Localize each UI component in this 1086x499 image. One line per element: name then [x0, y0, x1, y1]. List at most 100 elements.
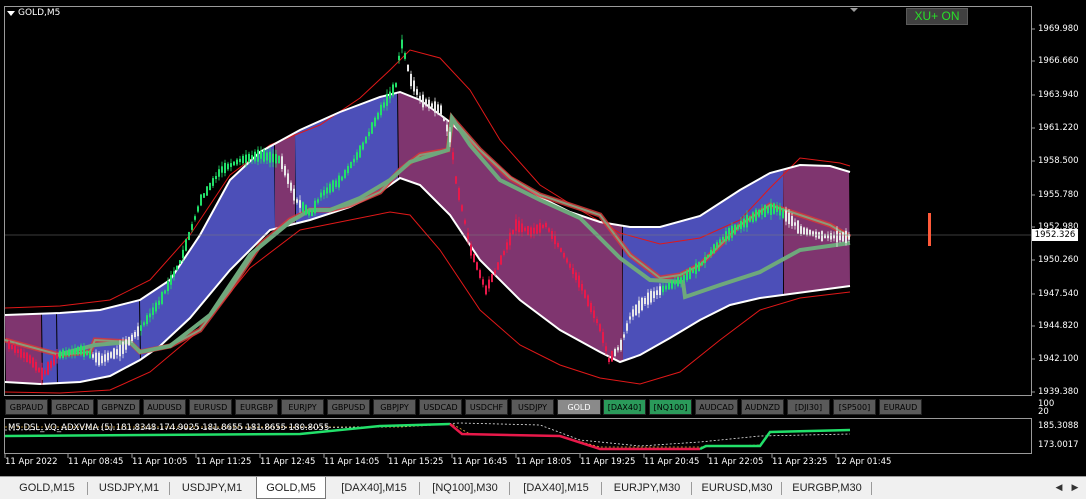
indicator-label: M5 DSL_VQ_ADXVMA (5) 181.8348 174.9025 1…: [8, 423, 330, 433]
symbol-button-gbpusd[interactable]: GBPUSD: [327, 399, 370, 415]
candle-body: [269, 151, 271, 163]
candle-body: [785, 210, 787, 222]
candle-body: [173, 271, 175, 277]
price-tick-label: 1961.220: [1038, 123, 1079, 133]
xu-on-button[interactable]: XU+ ON: [906, 8, 968, 25]
candle-body: [515, 219, 517, 231]
candle-body: [362, 142, 364, 150]
candle-body: [86, 350, 88, 356]
tab-eurusdm30[interactable]: EURUSD,M30: [694, 479, 780, 499]
symbol-button-usdcad[interactable]: USDCAD: [419, 399, 462, 415]
candle-body: [614, 349, 616, 356]
candle-body: [659, 286, 661, 296]
symbol-button-eurgbp[interactable]: EURGBP: [235, 399, 278, 415]
symbol-button-eurjpy[interactable]: EURJPY: [281, 399, 324, 415]
candle-body: [29, 355, 31, 364]
tab-dax40m15[interactable]: [DAX40],M15: [512, 479, 600, 499]
symbol-button-gbpnzd[interactable]: GBPNZD: [97, 399, 140, 415]
candle-body: [590, 302, 592, 313]
candle-body: [449, 131, 451, 143]
candle-body: [209, 182, 211, 191]
symbol-button-audcad[interactable]: AUDCAD: [695, 399, 738, 415]
candle-body: [134, 332, 136, 338]
tab-dax40m15[interactable]: [DAX40],M15: [330, 479, 418, 499]
candle-body: [653, 291, 655, 299]
candle-body: [680, 277, 682, 283]
price-tick-label: 1955.780: [1038, 190, 1079, 200]
tab-separator: [781, 482, 782, 495]
candle-body: [161, 292, 163, 304]
arrow-right-icon[interactable]: ▶: [1068, 480, 1082, 496]
candle-body: [239, 158, 241, 163]
candle-body: [842, 232, 844, 242]
candle-body: [350, 161, 352, 169]
tab-eurgbpm30[interactable]: EURGBP,M30: [784, 479, 870, 499]
candle-body: [251, 155, 253, 160]
candle-body: [728, 227, 730, 241]
symbol-button-gbpjpy[interactable]: GBPJPY: [373, 399, 416, 415]
price-tick-label: 1950.260: [1038, 255, 1079, 265]
tab-goldm15[interactable]: GOLD,M15: [8, 479, 86, 499]
candle-body: [500, 255, 502, 265]
candle-body: [479, 270, 481, 278]
tab-eurjpym30[interactable]: EURJPY,M30: [604, 479, 690, 499]
symbol-button-sp500[interactable]: [SP500]: [833, 399, 876, 415]
symbol-button-nq100[interactable]: [NQ100]: [649, 399, 692, 415]
indicator-level-high: 185.3088: [1038, 421, 1079, 431]
symbol-button-gbpaud[interactable]: GBPAUD: [5, 399, 48, 415]
price-tick-label: 1942.100: [1038, 354, 1079, 364]
candle-body: [56, 353, 58, 359]
candle-body: [38, 367, 40, 373]
candle-body: [683, 275, 685, 281]
candle-body: [629, 316, 631, 320]
tab-separator: [169, 482, 170, 495]
candle-body: [407, 64, 409, 72]
candle-body: [227, 163, 229, 170]
tab-nq100m30[interactable]: [NQ100],M30: [422, 479, 508, 499]
candle-body: [308, 210, 310, 216]
candle-body: [74, 348, 76, 354]
chart-window[interactable]: GOLD,M5 XU+ ON 1969.980 1966.660 1963.940 1…: [0, 0, 1086, 476]
candle-body: [491, 274, 493, 282]
candle-body: [170, 275, 172, 285]
candle-body: [707, 254, 709, 258]
symbol-button-eurusd[interactable]: EURUSD: [189, 399, 232, 415]
candle-body: [257, 149, 259, 162]
arrow-left-icon[interactable]: ◀: [1052, 480, 1066, 496]
candle-body: [434, 101, 436, 113]
candle-body: [8, 341, 10, 349]
candle-body: [236, 159, 238, 165]
symbol-button-audusd[interactable]: AUDUSD: [143, 399, 186, 415]
tab-goldm5[interactable]: GOLD,M5: [256, 477, 326, 499]
tab-usdjpym1[interactable]: USDJPY,M1: [172, 479, 252, 499]
candle-body: [557, 243, 559, 247]
candle-body: [809, 229, 811, 236]
symbol-button-audnzd[interactable]: AUDNZD: [741, 399, 784, 415]
candle-body: [296, 199, 298, 203]
candle-body: [467, 232, 469, 240]
candle-body: [455, 176, 457, 184]
symbol-button-gbpcad[interactable]: GBPCAD: [51, 399, 94, 415]
candle-body: [191, 224, 193, 230]
chart-menu-arrow-icon[interactable]: [7, 11, 15, 16]
symbol-button-euraud[interactable]: EURAUD: [879, 399, 922, 415]
candle-body: [572, 267, 574, 275]
tab-usdjpym1[interactable]: USDJPY,M1: [90, 479, 168, 499]
candle-body: [440, 105, 442, 115]
symbol-button-dji30[interactable]: [DJI30]: [787, 399, 830, 415]
symbol-button-usdjpy[interactable]: USDJPY: [511, 399, 554, 415]
candle-body: [644, 297, 646, 305]
candle-body: [836, 230, 838, 243]
candle-body: [701, 262, 703, 266]
candle-body: [437, 104, 439, 113]
candle-body: [839, 233, 841, 241]
symbol-button-gold[interactable]: GOLD: [557, 399, 601, 415]
candle-body: [497, 262, 499, 270]
candle-body: [566, 258, 568, 263]
candle-body: [791, 216, 793, 226]
candle-body: [773, 203, 775, 214]
symbol-button-dax40[interactable]: [DAX40]: [603, 399, 646, 415]
candle-body: [242, 155, 244, 164]
symbol-button-usdchf[interactable]: USDCHF: [465, 399, 508, 415]
candle-body: [383, 102, 385, 108]
